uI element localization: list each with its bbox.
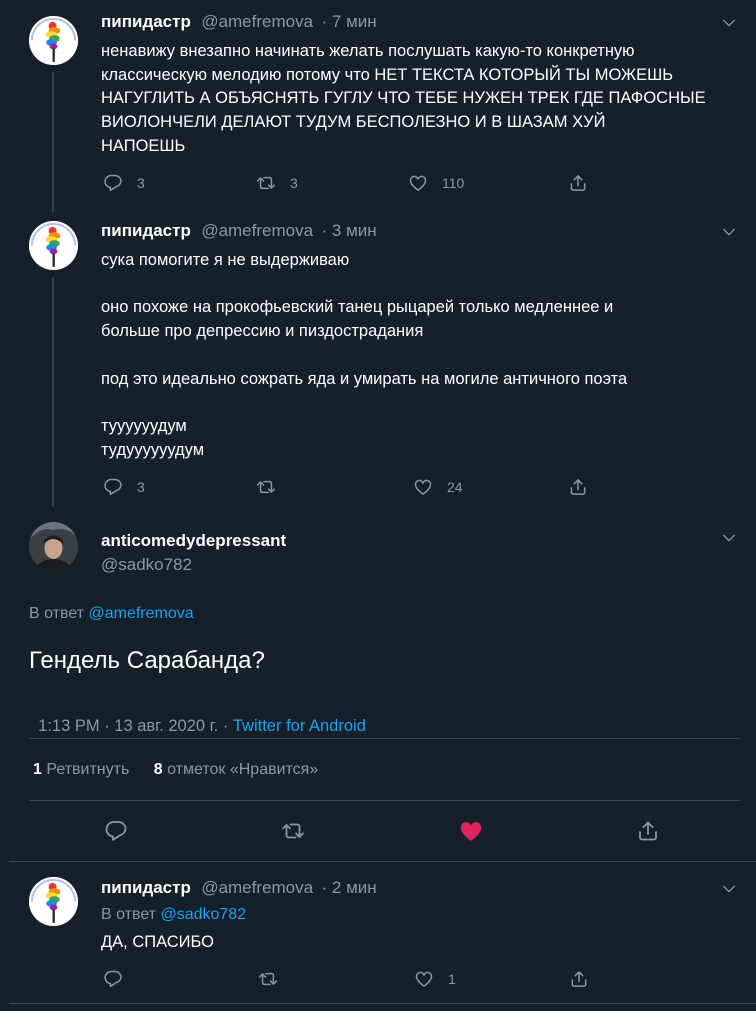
- reply-button[interactable]: [103, 969, 137, 989]
- reply-button[interactable]: 3: [103, 173, 145, 193]
- reply-icon: [104, 819, 128, 843]
- like-stat[interactable]: 8 отметок «Нравится»: [154, 761, 319, 778]
- like-icon: [414, 969, 434, 989]
- retweet-stat[interactable]: 1 Ретвитнуть: [33, 761, 134, 778]
- tweet-text: ненавижу внезапно начинать желать послуш…: [101, 42, 706, 155]
- tweet-timestamp[interactable]: 1:13 PM · 13 авг. 2020 г. ·: [38, 717, 233, 735]
- like-count: 110: [442, 175, 465, 191]
- tweet-header: пипидастр @amefremova · 7 мин: [101, 12, 377, 32]
- like-button[interactable]: [458, 818, 484, 844]
- chevron-down-icon[interactable]: [721, 224, 737, 240]
- tweet-time[interactable]: · 7 мин: [322, 12, 377, 31]
- reply-to-link[interactable]: @sadko782: [160, 906, 246, 923]
- avatar[interactable]: [29, 522, 78, 571]
- like-count: 24: [447, 479, 463, 495]
- retweet-button[interactable]: [258, 969, 292, 989]
- retweet-icon: [281, 819, 305, 843]
- retweet-button[interactable]: [256, 477, 290, 497]
- user-photo-avatar: [29, 522, 78, 571]
- share-button[interactable]: [569, 969, 589, 989]
- like-icon: [458, 818, 484, 844]
- like-count: 8: [153, 761, 163, 778]
- feather-duster-avatar: [29, 877, 78, 926]
- reply-count: 3: [137, 175, 145, 191]
- share-icon: [569, 969, 589, 989]
- retweet-count: 1: [33, 761, 42, 778]
- reply-button[interactable]: 3: [103, 477, 145, 497]
- chevron-down-icon[interactable]: [721, 15, 737, 31]
- thread-line: [52, 72, 54, 212]
- display-name[interactable]: anticomedydepressant: [101, 531, 286, 551]
- reply-icon: [103, 969, 123, 989]
- divider: [29, 800, 740, 801]
- share-button[interactable]: [568, 173, 588, 193]
- tweet-header: пипидастр @amefremova · 2 мин: [101, 878, 377, 898]
- retweet-label: Ретвитнуть: [46, 761, 130, 778]
- share-button[interactable]: [568, 477, 588, 497]
- like-button[interactable]: 110: [408, 173, 464, 193]
- feather-duster-avatar: [29, 221, 78, 270]
- share-icon: [568, 173, 588, 193]
- retweet-icon: [256, 477, 276, 497]
- reply-icon: [103, 173, 123, 193]
- reply-icon: [103, 477, 123, 497]
- tweet-header: пипидастр @amefremova · 3 мин: [101, 221, 377, 241]
- retweet-icon: [258, 969, 278, 989]
- reply-context: В ответ @sadko782: [101, 906, 246, 924]
- like-button[interactable]: 24: [413, 477, 463, 497]
- tweet-source-link[interactable]: Twitter for Android: [233, 717, 366, 735]
- handle[interactable]: @amefremova: [201, 878, 313, 897]
- divider: [9, 861, 756, 862]
- like-label: отметок «Нравится»: [167, 761, 319, 778]
- retweet-button[interactable]: [281, 819, 305, 843]
- share-button[interactable]: [636, 819, 660, 843]
- handle[interactable]: @amefremova: [201, 221, 313, 240]
- avatar[interactable]: [29, 16, 78, 65]
- reply-prefix: В ответ: [29, 605, 85, 622]
- handle[interactable]: @amefremova: [201, 12, 313, 31]
- reply-prefix: В ответ: [101, 906, 157, 923]
- divider: [9, 1003, 756, 1004]
- display-name[interactable]: пипидастр: [101, 12, 191, 31]
- engagement-stats: 1 Ретвитнуть 8 отметок «Нравится»: [33, 761, 318, 779]
- tweet-text: ДА, СПАСИБО: [101, 933, 215, 951]
- display-name[interactable]: пипидастр: [101, 221, 191, 240]
- retweet-icon: [256, 173, 276, 193]
- like-count: 1: [448, 971, 456, 987]
- chevron-down-icon[interactable]: [721, 881, 737, 897]
- reply-button[interactable]: [104, 819, 128, 843]
- like-icon: [408, 173, 428, 193]
- chevron-down-icon[interactable]: [721, 530, 737, 546]
- display-name[interactable]: пипидастр: [101, 878, 191, 897]
- tweet-time[interactable]: · 2 мин: [322, 878, 377, 897]
- main-tweet-text: Гендель Сарабанда?: [29, 647, 265, 674]
- divider: [29, 738, 740, 739]
- like-button[interactable]: 1: [414, 969, 456, 989]
- reply-to-link[interactable]: @amefremova: [88, 605, 193, 622]
- retweet-button[interactable]: 3: [256, 173, 298, 193]
- retweet-count: 3: [290, 175, 298, 191]
- feather-duster-avatar: [29, 16, 78, 65]
- like-icon: [413, 477, 433, 497]
- tweet-meta: 1:13 PM · 13 авг. 2020 г. · Twitter for …: [29, 698, 366, 736]
- avatar[interactable]: [29, 221, 78, 270]
- handle[interactable]: @sadko782: [101, 555, 286, 575]
- avatar[interactable]: [29, 877, 78, 926]
- reply-count: 3: [137, 479, 145, 495]
- share-icon: [568, 477, 588, 497]
- tweet-time[interactable]: · 3 мин: [322, 221, 377, 240]
- tweet-text: сука помогите я не выдерживаю оно похоже…: [101, 251, 628, 459]
- author-block: anticomedydepressant @sadko782: [101, 531, 286, 575]
- reply-context: В ответ @amefremova: [29, 605, 194, 623]
- thread-line: [52, 277, 54, 507]
- share-icon: [636, 819, 660, 843]
